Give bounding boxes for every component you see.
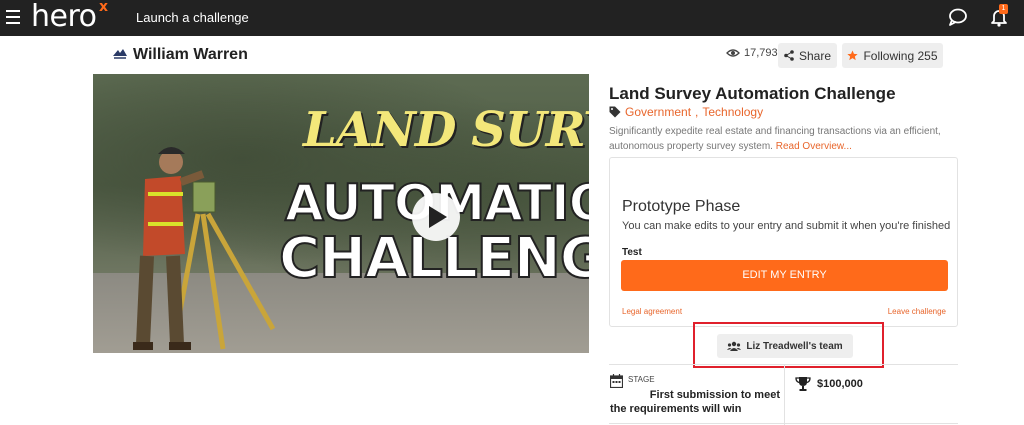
notification-badge: 1 (999, 4, 1008, 14)
team-label: Liz Treadwell's team (746, 340, 843, 352)
trophy-icon (795, 377, 811, 391)
share-label: Share (798, 48, 832, 63)
play-button[interactable] (412, 193, 460, 241)
challenge-title: Land Survey Automation Challenge (609, 84, 896, 103)
entry-name: Test (622, 247, 642, 258)
video-title-line1: LAND SURVEY (303, 102, 589, 158)
profile-avatar-icon (113, 49, 127, 59)
stats-divider-bottom (609, 423, 958, 424)
chat-icon[interactable] (948, 8, 968, 26)
profile-name[interactable]: William Warren (133, 46, 248, 64)
top-navbar: hero x Launch a challenge 1 (0, 0, 1024, 36)
surveyor-figure (133, 147, 276, 350)
menu-icon[interactable] (6, 10, 20, 24)
share-button[interactable]: Share (778, 43, 837, 68)
challenge-video[interactable]: LAND SURVEY AUTOMATION CHALLENGE (93, 74, 589, 353)
challenge-tags: Government, Technology (609, 105, 763, 119)
prize-amount: $100,000 (817, 378, 863, 390)
phase-card: Prototype Phase You can make edits to yo… (609, 157, 958, 327)
stats-divider-middle (784, 365, 785, 425)
eye-icon (726, 49, 740, 57)
views-value: 17,793 (744, 47, 778, 59)
tag-technology[interactable]: Technology (702, 105, 763, 119)
play-icon (429, 206, 447, 228)
logo-mark: x (99, 0, 108, 15)
launch-challenge-link[interactable]: Launch a challenge (136, 10, 249, 25)
leave-challenge-link[interactable]: Leave challenge (888, 307, 946, 316)
follow-label: Following 255 (863, 48, 938, 63)
star-icon (847, 50, 859, 61)
tag-icon (609, 106, 621, 118)
hero-logo[interactable]: hero x (31, 0, 108, 36)
stage-description: First submission to meet the requirement… (610, 388, 780, 416)
read-overview-link[interactable]: Read Overview... (776, 141, 852, 152)
logo-text: hero (31, 0, 97, 34)
phase-title: Prototype Phase (622, 198, 741, 215)
calendar-icon (610, 374, 623, 388)
legal-agreement-link[interactable]: Legal agreement (622, 307, 682, 316)
team-button[interactable]: Liz Treadwell's team (717, 334, 853, 358)
stage-line1: First submission to meet (649, 389, 780, 401)
follow-button[interactable]: Following 255 (842, 43, 943, 68)
users-icon (727, 341, 742, 351)
challenge-description: Significantly expedite real estate and f… (609, 124, 969, 154)
share-icon (784, 50, 794, 61)
phase-subtitle: You can make edits to your entry and sub… (622, 220, 951, 232)
stage-line2: the requirements will win (610, 403, 742, 415)
edit-entry-button[interactable]: EDIT MY ENTRY (621, 260, 948, 291)
stage-label: STAGE (628, 375, 655, 384)
views-count: 17,793 (726, 47, 778, 59)
tag-government[interactable]: Government (625, 105, 691, 119)
